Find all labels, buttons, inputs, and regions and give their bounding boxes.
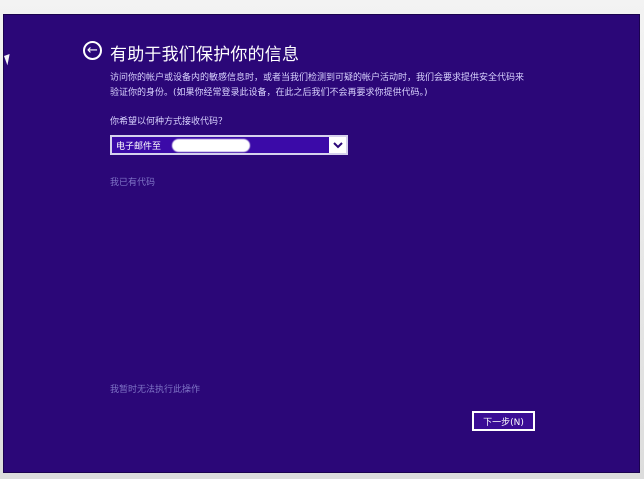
dropdown-selected-label: 电子邮件至 — [116, 141, 162, 152]
chevron-down-icon — [332, 141, 343, 148]
redacted-email-mask — [172, 139, 250, 152]
next-button[interactable]: 下一步(N) — [472, 411, 535, 431]
page-title: 有助于我们保护你的信息 — [110, 45, 300, 65]
back-arrow-icon: ← — [87, 43, 98, 58]
back-button[interactable]: ← — [83, 41, 102, 60]
code-method-dropdown[interactable]: 电子邮件至 — [110, 135, 348, 155]
have-code-link[interactable]: 我已有代码 — [110, 175, 155, 188]
description-text: 访问你的帐户或设备内的敏感信息时，或者当我们检测到可疑的帐户活动时，我们会要求提… — [110, 73, 525, 98]
dropdown-selected-option[interactable]: 电子邮件至 — [112, 137, 329, 153]
receive-code-question: 你希望以何种方式接收代码？ — [110, 117, 228, 127]
mouse-pointer-icon — [4, 53, 14, 66]
window-frame: ← 有助于我们保护你的信息 访问你的帐户或设备内的敏感信息时，或者当我们检测到可… — [0, 0, 644, 479]
cannot-now-link[interactable]: 我暂时无法执行此操作 — [110, 382, 200, 395]
dropdown-toggle[interactable] — [329, 137, 346, 153]
setup-screen: ← 有助于我们保护你的信息 访问你的帐户或设备内的敏感信息时，或者当我们检测到可… — [3, 14, 640, 473]
